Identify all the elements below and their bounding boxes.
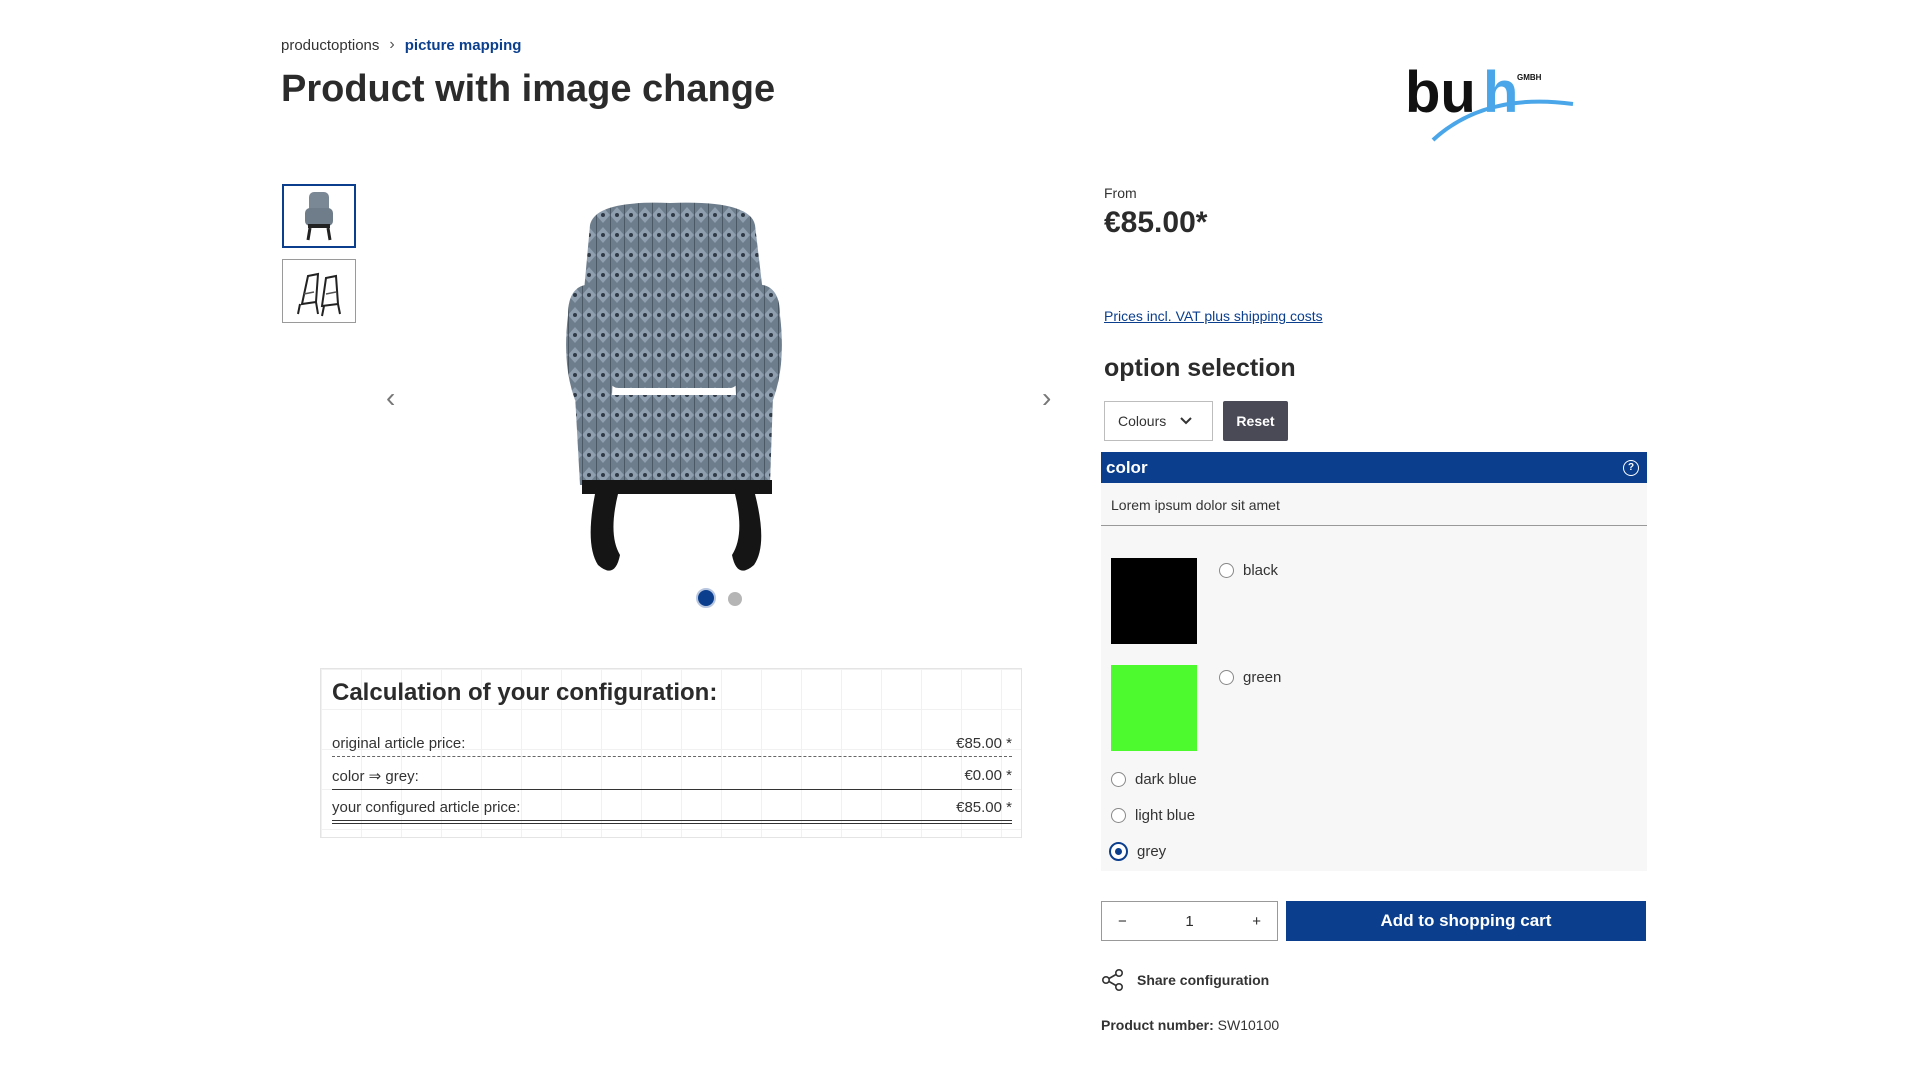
radio-label: dark blue: [1135, 771, 1197, 788]
calc-label: color ⇒ grey:: [332, 768, 419, 785]
reset-button[interactable]: Reset: [1223, 401, 1288, 441]
radio-label: grey: [1137, 843, 1167, 860]
svg-text:GMBH: GMBH: [1517, 73, 1542, 82]
color-group-header: color ?: [1101, 452, 1647, 483]
share-configuration-link[interactable]: Share configuration: [1101, 968, 1269, 992]
gallery-prev-arrow-icon[interactable]: ‹: [386, 382, 395, 414]
product-number-value: SW10100: [1217, 1017, 1280, 1033]
radio-light-blue[interactable]: light blue: [1111, 807, 1195, 824]
divider: [1101, 525, 1647, 526]
radio-green[interactable]: green: [1219, 669, 1281, 686]
company-logo[interactable]: bu h GMBH: [1405, 62, 1575, 144]
radio-label: light blue: [1135, 807, 1196, 824]
radio-circle-selected[interactable]: [1109, 842, 1128, 861]
radio-grey[interactable]: grey: [1109, 842, 1166, 861]
radio-dark-blue[interactable]: dark blue: [1111, 771, 1197, 788]
calc-row-original: original article price: €85.00 *: [332, 735, 1012, 757]
radio-label: green: [1243, 669, 1282, 686]
gallery-next-arrow-icon[interactable]: ›: [1042, 382, 1051, 414]
option-selection-heading: option selection: [1104, 354, 1296, 382]
product-price: €85.00*: [1104, 206, 1208, 239]
radio-label: black: [1243, 562, 1279, 579]
swatch-black[interactable]: [1111, 558, 1197, 644]
armchair-thumbnail-image: [305, 192, 333, 241]
breadcrumb-parent[interactable]: productoptions: [281, 37, 379, 54]
radio-circle[interactable]: [1111, 772, 1126, 787]
swatch-green[interactable]: [1111, 665, 1197, 751]
chevron-down-icon: [1180, 417, 1192, 425]
price-from-label: From: [1104, 185, 1137, 201]
minus-icon[interactable]: −: [1118, 913, 1127, 930]
sketch-thumbnail-image: [297, 272, 341, 317]
calc-label: your configured article price:: [332, 799, 521, 816]
color-description: Lorem ipsum dolor sit amet: [1111, 497, 1280, 513]
select-value: Colours: [1118, 413, 1167, 429]
quantity-value[interactable]: 1: [1185, 913, 1193, 930]
breadcrumb-current[interactable]: picture mapping: [405, 37, 522, 54]
thumbnail-1[interactable]: [282, 184, 356, 248]
calc-value: €85.00 *: [956, 799, 1012, 816]
calc-value: €85.00 *: [956, 735, 1012, 752]
gallery-dot-2[interactable]: [728, 592, 742, 606]
add-to-cart-button[interactable]: Add to shopping cart: [1286, 901, 1646, 941]
breadcrumb: productoptions › picture mapping: [281, 36, 521, 54]
radio-circle[interactable]: [1219, 670, 1234, 685]
page-title: Product with image change: [281, 68, 776, 110]
calc-label: original article price:: [332, 735, 466, 752]
chevron-right-icon: ›: [389, 36, 395, 53]
radio-circle[interactable]: [1219, 563, 1234, 578]
product-image-armchair: [566, 202, 782, 571]
svg-text:h: h: [1483, 62, 1518, 125]
plus-icon[interactable]: +: [1252, 913, 1261, 930]
color-options-panel: Lorem ipsum dolor sit amet black green d…: [1101, 483, 1647, 871]
product-number-label: Product number:: [1101, 1017, 1214, 1033]
help-icon[interactable]: ?: [1623, 459, 1639, 476]
share-label: Share configuration: [1137, 972, 1270, 988]
radio-circle[interactable]: [1111, 808, 1126, 823]
gallery-dot-1[interactable]: [696, 588, 716, 608]
vat-shipping-link[interactable]: Prices incl. VAT plus shipping costs: [1104, 308, 1323, 324]
thumbnail-2[interactable]: [282, 259, 356, 323]
product-number: Product number: SW10100: [1101, 1017, 1279, 1033]
quantity-stepper[interactable]: − 1 +: [1101, 901, 1278, 941]
calculation-panel: Calculation of your configuration: origi…: [320, 668, 1022, 838]
calculation-title: Calculation of your configuration:: [332, 679, 718, 706]
share-icon: [1101, 968, 1124, 992]
option-group-select[interactable]: Colours: [1104, 401, 1213, 441]
color-group-title: color: [1106, 457, 1148, 477]
calc-value: €0.00 *: [964, 767, 1012, 784]
calc-row-total: your configured article price: €85.00 *: [332, 799, 1012, 824]
calc-row-color: color ⇒ grey: €0.00 *: [332, 767, 1012, 790]
radio-black[interactable]: black: [1219, 562, 1278, 579]
